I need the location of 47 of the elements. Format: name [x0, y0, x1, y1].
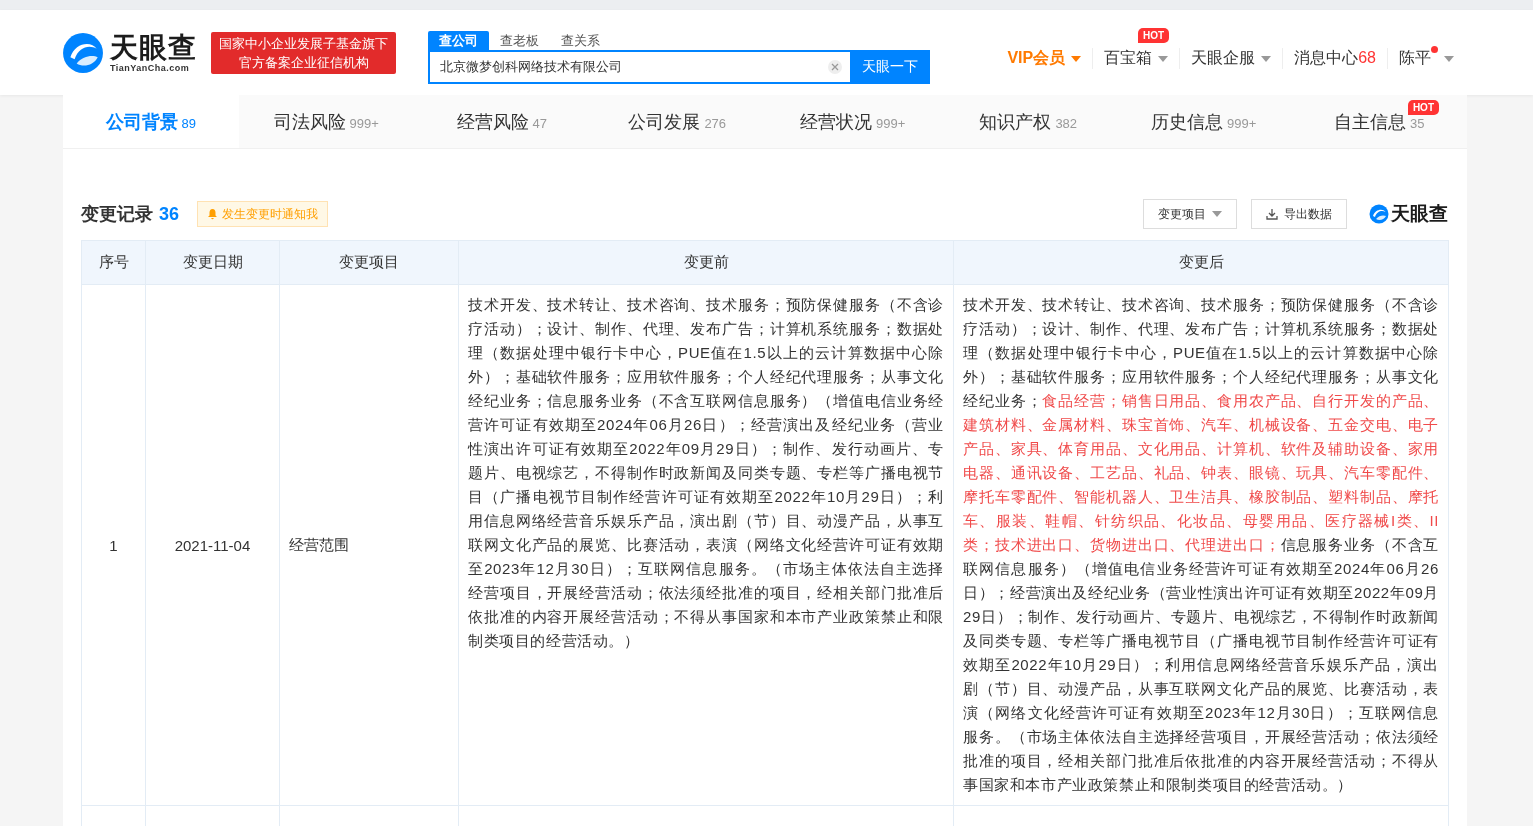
table-cell: 2021-11-04 — [146, 285, 280, 806]
search-button[interactable]: 天眼一下 — [850, 50, 930, 84]
caret-icon — [1212, 211, 1222, 217]
nav-item[interactable]: 消息中心68 — [1283, 48, 1387, 69]
search-box[interactable]: 北京微梦创科网络技术有限公司 — [428, 50, 850, 84]
caret-icon — [1261, 55, 1272, 62]
category-tab[interactable]: 公司发展 276 — [628, 109, 727, 134]
table-cell: 经营范围 — [280, 285, 459, 806]
table-cell: 1 — [82, 285, 146, 806]
download-icon — [1266, 208, 1278, 220]
slogan-badge: 国家中小企业发展子基金旗下 官方备案企业征信机构 — [211, 31, 396, 74]
nav-item[interactable]: 天眼企服 — [1180, 48, 1283, 69]
nav-item[interactable]: 陈平 — [1388, 48, 1465, 69]
column-header: 变更日期 — [146, 240, 280, 285]
nav-item[interactable]: 百宝箱 — [1093, 48, 1180, 69]
caret-icon — [1071, 55, 1082, 62]
category-tab[interactable]: 公司背景 89 — [105, 109, 196, 134]
logo-icon — [1369, 204, 1389, 224]
category-tab[interactable]: 经营风险 47 — [456, 109, 547, 134]
search-tab[interactable]: 查老板 — [489, 31, 550, 50]
clear-icon[interactable] — [828, 60, 842, 74]
category-tab[interactable]: 经营状况 999+ — [800, 109, 906, 134]
logo-name[interactable]: 天眼查 — [110, 32, 197, 63]
bell-icon — [207, 208, 219, 220]
search-tab[interactable]: 查关系 — [550, 31, 611, 50]
caret-icon — [1158, 55, 1169, 62]
category-tab[interactable]: 知识产权 382 — [979, 109, 1078, 134]
export-button[interactable]: 导出数据 — [1251, 199, 1347, 229]
category-tab[interactable]: 历史信息 999+ — [1151, 109, 1257, 134]
logo-domain: TianYanCha.com — [110, 62, 191, 73]
caret-icon — [1444, 55, 1454, 62]
section-title: 变更记录 — [81, 203, 153, 226]
logo-icon — [62, 31, 104, 74]
record-count: 36 — [159, 203, 180, 225]
notification-dot — [1431, 46, 1438, 53]
column-header: 序号 — [82, 240, 146, 285]
column-header: 变更项目 — [280, 240, 459, 285]
category-tab[interactable]: 司法风险 999+ — [273, 109, 379, 134]
before-text: 技术开发、技术转让、技术咨询、技术服务；预防保健服务（不含诊疗活动）；设计、制作、代理、发布广告；计算机系统服务；数据处理（数据处理中银行卡中心，PUE值在1.5以上的云计算数据中心除外）；基础软件服务；应用软件服务；个人经纪代理服务；从事文化经纪业务；信息服务业务（不含互联网信息服务）（增值电信业务经营许可证有效期至2024年06月26日）；经营演出及经纪业务（营业性演出许可证有效期至2022年09月29日）；制作、发行动画片、专题片、电视综艺，不得制作时政新闻及同类专题、专栏等广播电视节目（广播电视节目制作经营许可证有效期至2022年10月29日）；利用信息网络经营音乐娱乐产品，演出剧（节）目、动漫产品，从事互联网文化产品的展览、比赛活动，表演（网络文化经营许可证有效期至2023年12月30日）；互联网信息服务。（市场主体依法自主选择经营项目，开展经营活动；依法须经批准的项目，经相关部门批准后依批准的内容开展经营活动；不得从事国家和本市产业政策禁止和限制类项目的经营活动。） — [468, 295, 944, 651]
column-header: 变更前 — [459, 240, 954, 285]
hot-badge: HOT — [1407, 100, 1439, 115]
column-header: 变更后 — [954, 240, 1449, 285]
after-text: 技术开发、技术转让、技术咨询、技术服务；预防保健服务（不含诊疗活动）；设计、制作、代理、发布广告；计算机系统服务；数据处理（数据处理中银行卡中心，PUE值在1.5以上的云计算数据中心除外）；基础软件服务；应用软件服务；个人经纪代理服务；从事文化经纪业务；食品经营；销售日用品、食用农产品、自行开发的产品、建筑材料、金属材料、珠宝首饰、汽车、机械设备、五金交电、电子产品、家具、体育用品、文化用品、计算机、软件及辅助设备、家用电器、通讯设备、工艺品、礼品、钟表、眼镜、玩具、汽车零配件、摩托车零配件、智能机器人、卫生洁具、橡胶制品、塑料制品、摩托车、服装、鞋帽、针纺织品、化妆品、母婴用品、医疗器械I类、II类；技术进出口、货物进出口、代理进出口；信息服务业务（不含互联网信息服务）（增值电信业务经营许可证有效期至2024年06月26日）；经营演出及经纪业务（营业性演出许可证有效期至2022年09月29日）；制作、发行动画片、专题片、电视综艺，不得制作时政新闻及同类专题、专栏等广播电视节目（广播电视节目制作经营许可证有效期至2022年10月29日）；利用信息网络经营音乐娱乐产品，演出剧（节）目、动漫产品，从事互联网文化产品的展览、比赛活动，表演（网络文化经营许可证有效期至2023年12月30日）；互联网信息服务。（市场主体依法自主选择经营项目，开展经营活动；依法须经批准的项目，经相关部门批准后依批准的内容开展经营活动；不得从事国家和本市产业政策禁止和限制类项目的经营活动。） — [963, 295, 1439, 795]
search-tab[interactable]: 查公司 — [428, 31, 489, 50]
hot-badge: HOT — [1138, 28, 1170, 43]
brand-name: 天眼查 — [1391, 202, 1448, 226]
filter-dropdown[interactable]: 变更项目 — [1143, 199, 1237, 229]
